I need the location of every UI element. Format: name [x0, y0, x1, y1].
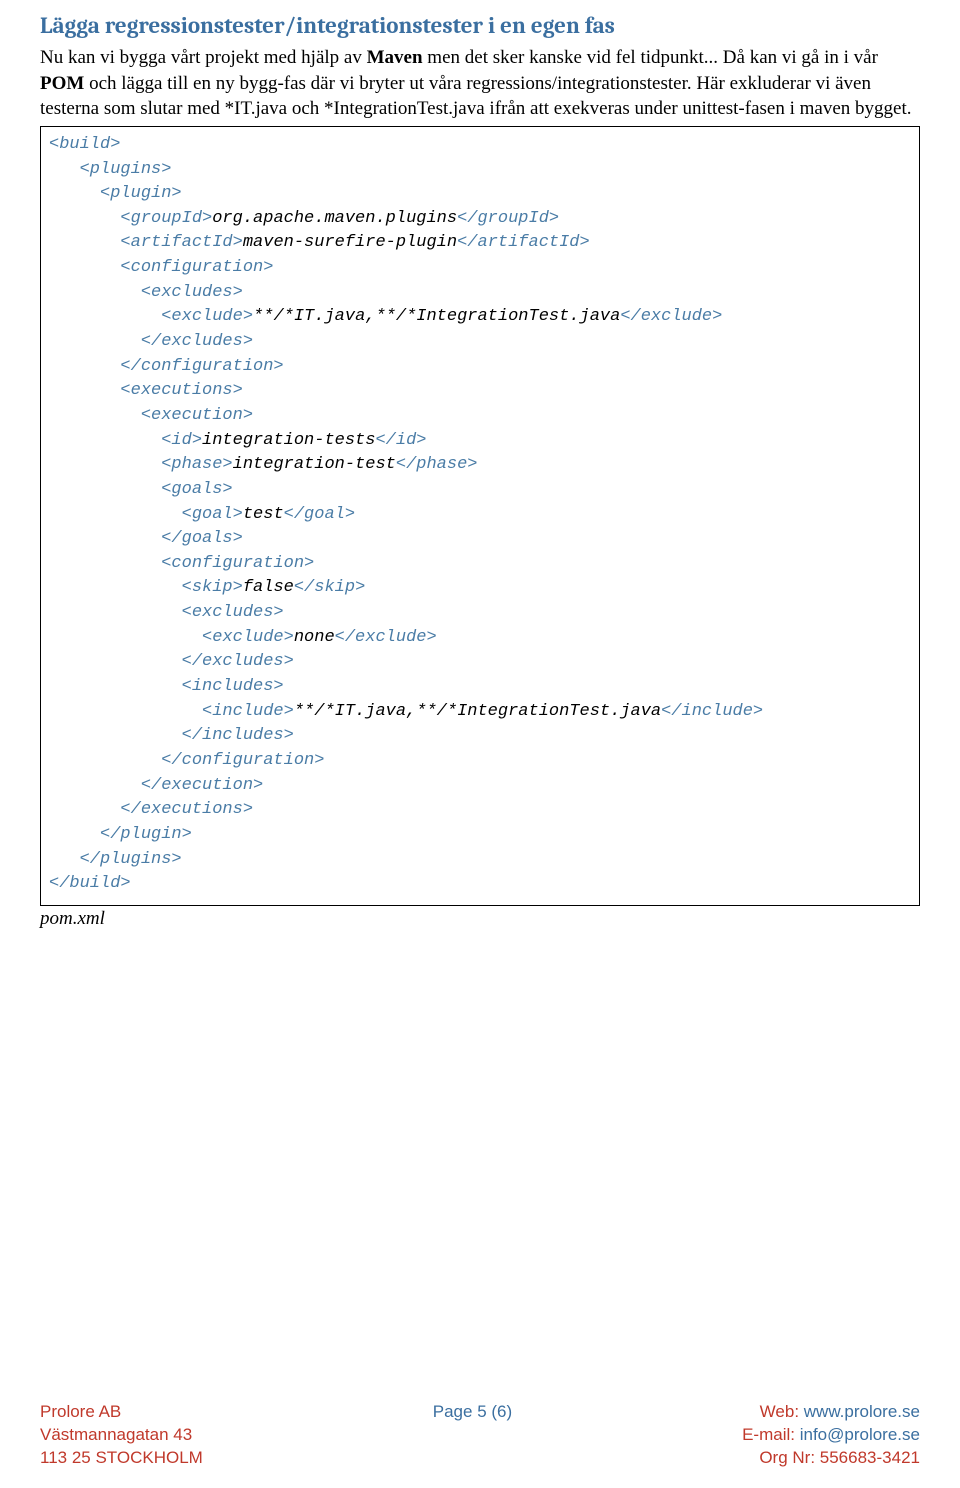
section-heading: Lägga regressionstester/integrationstest…: [40, 12, 920, 39]
footer-street: Västmannagatan 43: [40, 1424, 203, 1447]
code-line: <phase>integration-test</phase>: [49, 453, 911, 478]
code-line: </execution>: [49, 774, 911, 799]
code-line: </goals>: [49, 527, 911, 552]
code-line: <plugins>: [49, 158, 911, 183]
footer-page-number: Page 5 (6): [433, 1401, 512, 1470]
code-line: </includes>: [49, 724, 911, 749]
code-line: <excludes>: [49, 281, 911, 306]
code-line: </configuration>: [49, 749, 911, 774]
code-block-pom-xml: <build> <plugins> <plugin> <groupId>org.…: [40, 126, 920, 906]
footer-left: Prolore AB Västmannagatan 43 113 25 STOC…: [40, 1401, 203, 1470]
para-bold-pom: POM: [40, 73, 84, 94]
code-line: </excludes>: [49, 330, 911, 355]
footer-web-link[interactable]: www.prolore.se: [804, 1402, 920, 1421]
code-line: <exclude>none</exclude>: [49, 626, 911, 651]
code-line: </excludes>: [49, 650, 911, 675]
footer-email-link[interactable]: info@prolore.se: [800, 1425, 920, 1444]
code-line: <executions>: [49, 379, 911, 404]
code-line: <include>**/*IT.java,**/*IntegrationTest…: [49, 700, 911, 725]
code-line: </plugins>: [49, 848, 911, 873]
footer-orgnr: Org Nr: 556683-3421: [742, 1447, 920, 1470]
footer-right: Web: www.prolore.se E-mail: info@prolore…: [742, 1401, 920, 1470]
code-line: </build>: [49, 872, 911, 897]
footer-city: 113 25 STOCKHOLM: [40, 1447, 203, 1470]
code-line: <artifactId>maven-surefire-plugin</artif…: [49, 231, 911, 256]
code-line: <groupId>org.apache.maven.plugins</group…: [49, 207, 911, 232]
footer-company: Prolore AB: [40, 1401, 203, 1424]
footer-email: E-mail: info@prolore.se: [742, 1424, 920, 1447]
footer-web: Web: www.prolore.se: [742, 1401, 920, 1424]
para-text: och lägga till en ny bygg-fas där vi bry…: [40, 73, 911, 120]
code-caption: pom.xml: [40, 908, 920, 930]
intro-paragraph: Nu kan vi bygga vårt projekt med hjälp a…: [40, 45, 920, 122]
page-footer: Prolore AB Västmannagatan 43 113 25 STOC…: [40, 1401, 920, 1470]
code-line: <id>integration-tests</id>: [49, 429, 911, 454]
para-text: men det sker kanske vid fel tidpunkt... …: [423, 47, 878, 68]
code-line: <excludes>: [49, 601, 911, 626]
code-line: <skip>false</skip>: [49, 576, 911, 601]
code-line: <goal>test</goal>: [49, 503, 911, 528]
code-line: <configuration>: [49, 256, 911, 281]
code-line: <execution>: [49, 404, 911, 429]
code-line: <goals>: [49, 478, 911, 503]
code-line: <includes>: [49, 675, 911, 700]
code-line: </executions>: [49, 798, 911, 823]
para-bold-maven: Maven: [367, 47, 423, 68]
code-line: <plugin>: [49, 182, 911, 207]
para-text: Nu kan vi bygga vårt projekt med hjälp a…: [40, 47, 367, 68]
code-line: </configuration>: [49, 355, 911, 380]
code-line: </plugin>: [49, 823, 911, 848]
code-line: <configuration>: [49, 552, 911, 577]
code-line: <build>: [49, 133, 911, 158]
code-line: <exclude>**/*IT.java,**/*IntegrationTest…: [49, 305, 911, 330]
